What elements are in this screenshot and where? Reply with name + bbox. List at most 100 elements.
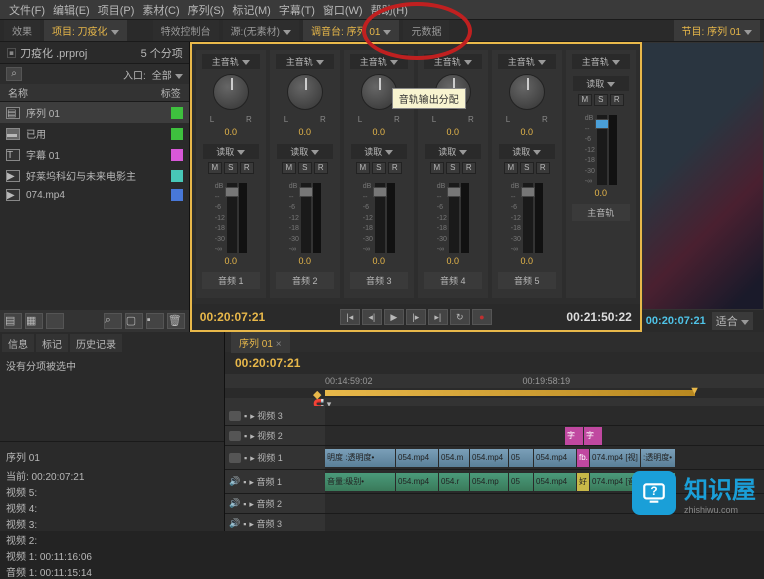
eye-icon[interactable] [229, 431, 241, 441]
timeline-clip[interactable]: 074.mp4 [视] [590, 449, 640, 467]
new-bin-button[interactable]: ▢ [125, 313, 143, 329]
track-header[interactable]: 🔊▪ ▸ 音频 3 [225, 514, 325, 531]
volume-fader[interactable] [597, 115, 607, 185]
timeline-playbar[interactable]: ◆ ▼ [225, 388, 764, 398]
step-fwd-button[interactable]: |▸ [406, 309, 426, 325]
tab-metadata[interactable]: 元数据 [403, 20, 449, 41]
pan-knob[interactable] [509, 74, 545, 110]
track-header[interactable]: 🔊▪ ▸ 音频 2 [225, 494, 325, 513]
info-tab[interactable]: 信息 [2, 334, 34, 352]
project-item[interactable]: T 字幕 01 [0, 144, 189, 165]
timeline-clip[interactable]: 054.mp4 [视] [396, 449, 438, 467]
timeline-clip[interactable]: 054.r [439, 473, 469, 491]
automation-dropdown[interactable]: 读取 [203, 144, 259, 159]
item-color-tag[interactable] [171, 107, 183, 119]
track-header[interactable]: ▪ ▸ 视频 3 [225, 406, 325, 425]
info-tab[interactable]: 历史记录 [70, 334, 122, 352]
m-button[interactable]: M [356, 162, 370, 174]
timeline-clip[interactable]: 音量:级别• [325, 473, 395, 491]
volume-fader[interactable] [375, 183, 385, 253]
m-button[interactable]: M [578, 94, 592, 106]
menu-item[interactable]: 项目(P) [94, 0, 139, 19]
lock-icon[interactable]: ▪ [244, 431, 247, 441]
lock-icon[interactable]: ▪ [243, 477, 246, 487]
play-button[interactable]: ▶ [384, 309, 404, 325]
item-color-tag[interactable] [171, 189, 183, 201]
volume-fader[interactable] [227, 183, 237, 253]
tab-audio-mixer[interactable]: 调音台: 序列 01 [303, 20, 399, 41]
project-item[interactable]: ▶ 074.mp4 [0, 186, 189, 204]
ch-output-dropdown[interactable]: 主音轨 [572, 54, 630, 69]
lock-icon[interactable]: ▪ [243, 519, 246, 529]
menu-item[interactable]: 标记(M) [228, 0, 275, 19]
timeline-clip[interactable]: 05 [509, 449, 533, 467]
timeline-seq-tab[interactable]: 序列 01 × [231, 332, 290, 353]
track-content[interactable]: 字字 [325, 426, 764, 445]
col-name[interactable]: 名称 [8, 85, 28, 100]
m-button[interactable]: M [504, 162, 518, 174]
info-tab[interactable]: 标记 [36, 334, 68, 352]
eye-icon[interactable] [229, 453, 241, 463]
pan-knob[interactable] [287, 74, 323, 110]
speaker-icon[interactable]: 🔊 [229, 518, 240, 529]
track-header[interactable]: 🔊▪ ▸ 音频 1 [225, 470, 325, 493]
channel-name[interactable]: 主音轨 [572, 204, 630, 221]
timeline-ruler[interactable]: 00:14:59:0200:19:58:19 [225, 374, 764, 388]
r-button[interactable]: R [314, 162, 328, 174]
automation-dropdown[interactable]: 读取 [573, 76, 629, 91]
channel-name[interactable]: 音频 4 [424, 272, 482, 289]
automation-dropdown[interactable]: 读取 [425, 144, 481, 159]
timeline-clip[interactable]: 054.mp4 [470, 449, 508, 467]
menu-item[interactable]: 字幕(T) [275, 0, 319, 19]
ch-output-dropdown[interactable]: 主音轨 [276, 54, 334, 69]
project-item[interactable]: ▤ 序列 01 [0, 102, 189, 123]
timeline-clip[interactable]: 字 [584, 427, 602, 445]
item-color-tag[interactable] [171, 149, 183, 161]
s-button[interactable]: S [372, 162, 386, 174]
channel-name[interactable]: 音频 5 [498, 272, 556, 289]
s-button[interactable]: S [224, 162, 238, 174]
search-icon[interactable]: ⌕ [6, 67, 22, 81]
track-header[interactable]: ▪ ▸ 视频 2 [225, 426, 325, 445]
s-button[interactable]: S [594, 94, 608, 106]
automation-dropdown[interactable]: 读取 [277, 144, 333, 159]
track-content[interactable] [325, 514, 764, 531]
tab-effects[interactable]: 效果 [4, 20, 40, 41]
eye-icon[interactable] [229, 411, 241, 421]
r-button[interactable]: R [240, 162, 254, 174]
r-button[interactable]: R [388, 162, 402, 174]
auto-button[interactable] [46, 313, 64, 329]
r-button[interactable]: R [610, 94, 624, 106]
timeline-clip[interactable]: 字 [565, 427, 583, 445]
tab-fx-control[interactable]: 特效控制台 [153, 20, 219, 41]
item-color-tag[interactable] [171, 128, 183, 140]
project-item[interactable]: ▬ 已用 [0, 123, 189, 144]
menu-item[interactable]: 素材(C) [138, 0, 183, 19]
s-button[interactable]: S [446, 162, 460, 174]
lock-icon[interactable]: ▪ [243, 499, 246, 509]
tab-source[interactable]: 源:(无素材) [223, 20, 299, 41]
channel-name[interactable]: 音频 1 [202, 272, 260, 289]
channel-name[interactable]: 音频 3 [350, 272, 408, 289]
automation-dropdown[interactable]: 读取 [499, 144, 555, 159]
loop-button[interactable]: ↻ [450, 309, 470, 325]
volume-fader[interactable] [301, 183, 311, 253]
timeline-clip[interactable]: fb. [577, 449, 589, 467]
timeline-clip[interactable]: 054.mp [470, 473, 508, 491]
list-view-button[interactable]: ▤ [4, 313, 22, 329]
timeline-clip[interactable]: 05 [509, 473, 533, 491]
step-back-button[interactable]: ◂| [362, 309, 382, 325]
timeline-clip[interactable]: 054.mp4 [534, 449, 576, 467]
m-button[interactable]: M [282, 162, 296, 174]
col-tag[interactable]: 标签 [161, 85, 181, 100]
m-button[interactable]: M [430, 162, 444, 174]
volume-fader[interactable] [523, 183, 533, 253]
s-button[interactable]: S [520, 162, 534, 174]
lock-icon[interactable]: ▪ [244, 411, 247, 421]
menu-item[interactable]: 窗口(W) [319, 0, 367, 19]
entry-dropdown[interactable]: 全部 [152, 67, 183, 82]
goto-in-button[interactable]: |◂ [340, 309, 360, 325]
program-preview[interactable] [642, 42, 764, 310]
volume-fader[interactable] [449, 183, 459, 253]
timeline-clip[interactable]: 054.mp4 [534, 473, 576, 491]
